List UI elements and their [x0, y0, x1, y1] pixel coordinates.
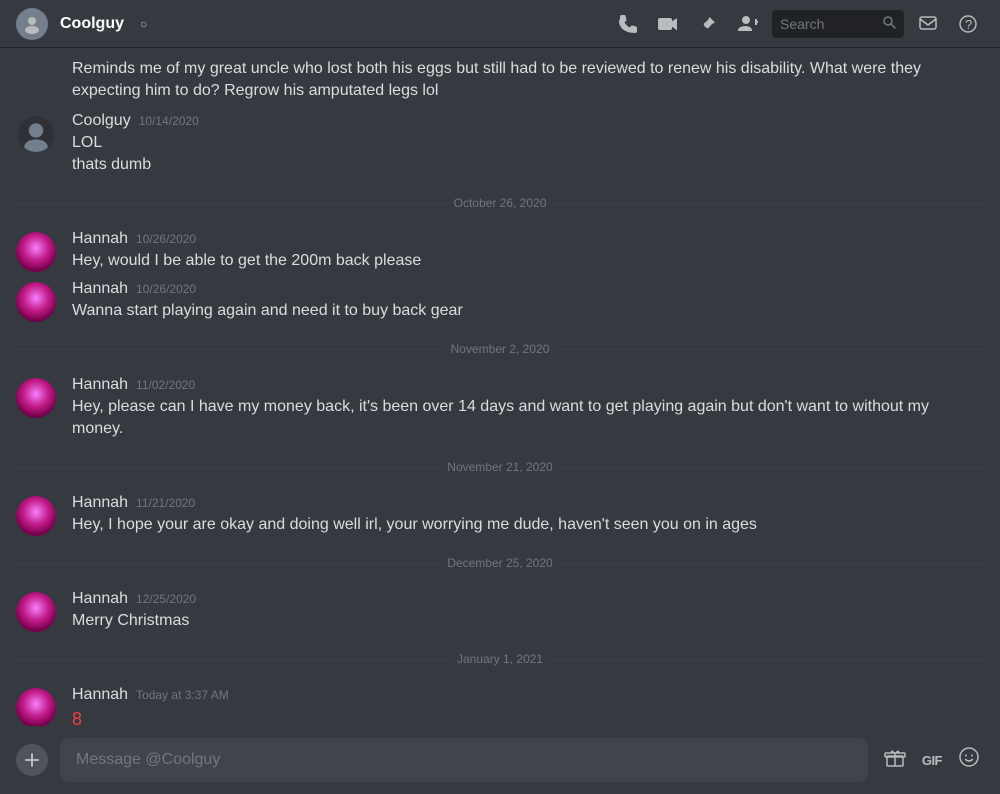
message-timestamp: 10/26/2020 — [136, 282, 196, 296]
call-button[interactable] — [612, 8, 644, 40]
date-divider: December 25, 2020 — [0, 548, 1000, 578]
gif-button[interactable]: GIF — [918, 749, 946, 772]
divider-line — [16, 563, 439, 564]
add-friend-button[interactable] — [732, 8, 764, 40]
message-header: Hannah 10/26/2020 — [72, 230, 984, 248]
divider-line — [554, 203, 984, 204]
message-group: Hannah 11/02/2020 Hey, please can I have… — [0, 372, 1000, 444]
message-author: Hannah — [72, 230, 128, 248]
message-text: LOL — [72, 132, 984, 154]
svg-text:?: ? — [965, 17, 972, 32]
divider-line — [16, 467, 439, 468]
date-divider-text: November 21, 2020 — [447, 460, 552, 474]
message-timestamp: 11/21/2020 — [136, 496, 195, 510]
divider-line — [561, 563, 984, 564]
search-box[interactable] — [772, 10, 904, 38]
date-divider-text: December 25, 2020 — [447, 556, 552, 570]
message-author: Hannah — [72, 494, 128, 512]
avatar — [16, 114, 56, 154]
avatar — [16, 232, 56, 272]
pinned-messages-button[interactable] — [692, 8, 724, 40]
divider-line — [551, 659, 984, 660]
gift-button[interactable] — [880, 742, 910, 778]
date-divider: January 1, 2021 — [0, 644, 1000, 674]
divider-line — [16, 659, 449, 660]
date-divider: November 2, 2020 — [0, 334, 1000, 364]
message-timestamp: 10/14/2020 — [139, 114, 199, 128]
message-text: thats dumb — [72, 154, 984, 176]
add-attachment-button[interactable] — [16, 744, 48, 776]
message-timestamp: 10/26/2020 — [136, 232, 196, 246]
message-content: Hannah 11/21/2020 Hey, I hope your are o… — [72, 494, 984, 536]
avatar — [16, 282, 56, 322]
message-text: Merry Christmas — [72, 610, 984, 632]
date-divider-text: October 26, 2020 — [454, 196, 547, 210]
message-text: Hey, I hope your are okay and doing well… — [72, 514, 984, 536]
message-group: Reminds me of my great uncle who lost bo… — [0, 56, 1000, 104]
message-content: Coolguy 10/14/2020 LOL thats dumb — [72, 112, 984, 176]
emoji-button[interactable] — [954, 742, 984, 778]
message-content: Hannah 11/02/2020 Hey, please can I have… — [72, 376, 984, 440]
messages-area: Reminds me of my great uncle who lost bo… — [0, 48, 1000, 726]
avatar — [16, 592, 56, 632]
message-header: Hannah 12/25/2020 — [72, 590, 984, 608]
message-author: Hannah — [72, 686, 128, 704]
message-timestamp: Today at 3:37 AM — [136, 688, 229, 702]
avatar — [16, 496, 56, 536]
date-divider: October 26, 2020 — [0, 188, 1000, 218]
message-text: Hey, please can I have my money back, it… — [72, 396, 984, 440]
message-content: Hannah 10/26/2020 Wanna start playing ag… — [72, 280, 984, 322]
online-indicator: ○ — [140, 17, 147, 31]
message-emoji: 8 — [72, 706, 984, 726]
message-group: Hannah Today at 3:37 AM 8 — [0, 682, 1000, 726]
message-group: Hannah 10/26/2020 Wanna start playing ag… — [0, 276, 1000, 326]
message-header: Coolguy 10/14/2020 — [72, 112, 984, 130]
message-content: Hannah 12/25/2020 Merry Christmas — [72, 590, 984, 632]
message-text: Wanna start playing again and need it to… — [72, 300, 984, 322]
input-actions: GIF — [880, 742, 984, 778]
search-input[interactable] — [780, 16, 876, 32]
message-group: Coolguy 10/14/2020 LOL thats dumb — [0, 108, 1000, 180]
message-timestamp: 11/02/2020 — [136, 378, 195, 392]
channel-name: Coolguy — [60, 15, 124, 33]
message-group: Hannah 12/25/2020 Merry Christmas — [0, 586, 1000, 636]
date-divider-text: November 2, 2020 — [451, 342, 550, 356]
message-content: Hannah Today at 3:37 AM 8 — [72, 686, 984, 726]
message-author: Hannah — [72, 376, 128, 394]
message-group: Hannah 10/26/2020 Hey, would I be able t… — [0, 226, 1000, 276]
avatar — [16, 378, 56, 418]
divider-line — [16, 203, 446, 204]
bottom-bar: GIF — [0, 726, 1000, 794]
header: Coolguy ○ — [0, 0, 1000, 48]
message-content: Hannah 10/26/2020 Hey, would I be able t… — [72, 230, 984, 272]
message-text: Reminds me of my great uncle who lost bo… — [72, 60, 921, 99]
dm-avatar — [16, 8, 48, 40]
header-actions: ? — [612, 8, 984, 40]
video-button[interactable] — [652, 8, 684, 40]
message-input[interactable] — [60, 738, 868, 782]
divider-line — [557, 349, 984, 350]
inbox-button[interactable] — [912, 8, 944, 40]
message-text: Hey, would I be able to get the 200m bac… — [72, 250, 984, 272]
message-author: Hannah — [72, 590, 128, 608]
search-icon — [882, 15, 896, 32]
divider-line — [561, 467, 984, 468]
message-header: Hannah Today at 3:37 AM — [72, 686, 984, 704]
date-divider-text: January 1, 2021 — [457, 652, 543, 666]
message-header: Hannah 11/02/2020 — [72, 376, 984, 394]
message-header: Hannah 10/26/2020 — [72, 280, 984, 298]
message-group: Hannah 11/21/2020 Hey, I hope your are o… — [0, 490, 1000, 540]
divider-line — [16, 349, 443, 350]
message-author: Coolguy — [72, 112, 131, 130]
message-timestamp: 12/25/2020 — [136, 592, 196, 606]
help-button[interactable]: ? — [952, 8, 984, 40]
avatar — [16, 688, 56, 726]
message-header: Hannah 11/21/2020 — [72, 494, 984, 512]
message-author: Hannah — [72, 280, 128, 298]
date-divider: November 21, 2020 — [0, 452, 1000, 482]
